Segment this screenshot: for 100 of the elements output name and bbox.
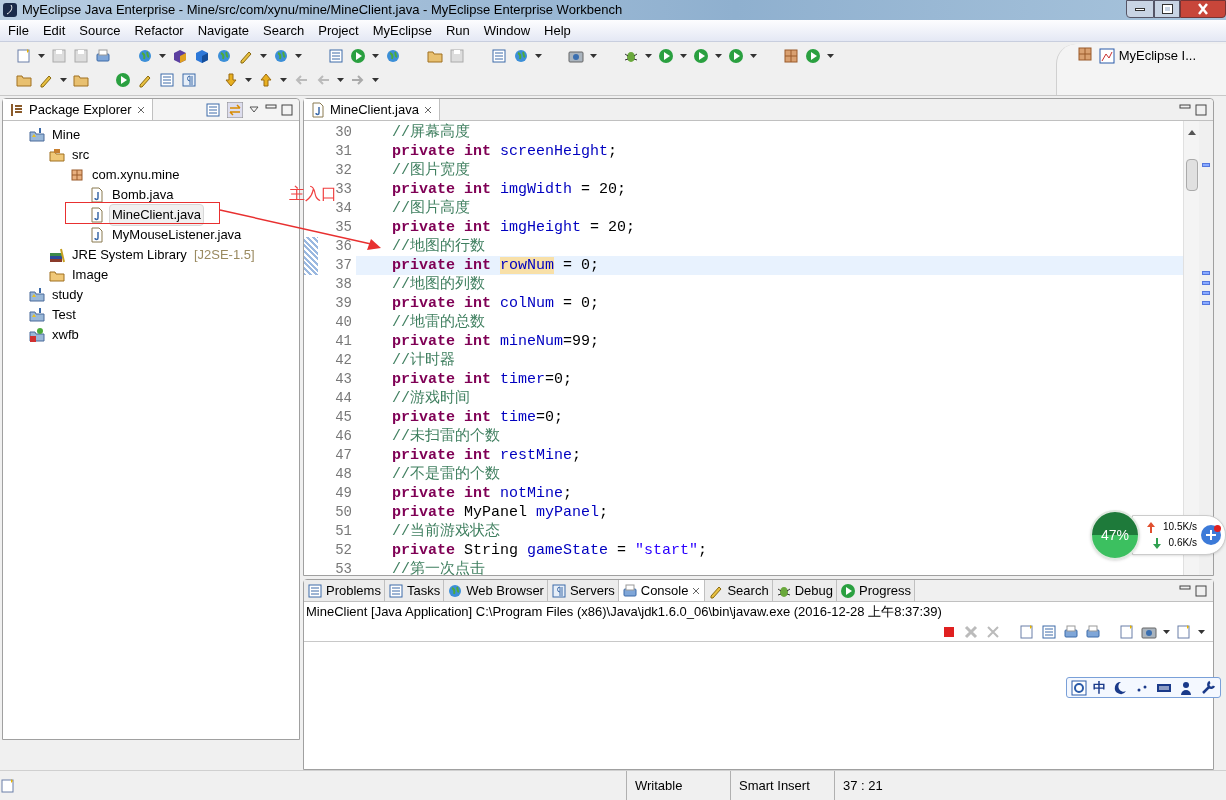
tree-item[interactable]: MyMouseListener.java	[109, 224, 245, 246]
code-line: //图片宽度	[391, 161, 470, 180]
dropdown-caret-icon[interactable]	[535, 54, 542, 58]
menu-item[interactable]: Project	[318, 20, 359, 41]
menu-item[interactable]: Refactor	[134, 20, 184, 41]
dropdown-caret-icon[interactable]	[337, 78, 344, 82]
menu-item[interactable]: Source	[79, 20, 121, 41]
view-tab[interactable]: Search	[705, 580, 773, 601]
ime-logo-icon[interactable]	[1071, 679, 1087, 696]
down-arrow-icon[interactable]	[223, 72, 239, 88]
dropdown-caret-icon[interactable]	[60, 78, 67, 82]
globe-icon[interactable]	[513, 48, 529, 64]
ime-mode[interactable]: 中	[1093, 677, 1106, 698]
editor-tab[interactable]: MineClient.java	[304, 99, 440, 120]
dropdown-caret-icon[interactable]	[645, 54, 652, 58]
remove-icon[interactable]	[963, 623, 979, 640]
scroll-lock-icon[interactable]	[1041, 623, 1057, 640]
dropdown-caret-icon[interactable]	[38, 54, 45, 58]
view-tab[interactable]: Console	[618, 580, 706, 601]
open-console-icon[interactable]	[1119, 623, 1135, 640]
view-tab[interactable]: Tasks	[384, 580, 445, 601]
remove-all-icon[interactable]	[985, 623, 1001, 640]
run-icon[interactable]	[350, 48, 366, 64]
link-editor-icon[interactable]	[227, 101, 243, 118]
collapse-all-icon[interactable]	[205, 101, 221, 118]
new-console-icon[interactable]	[1176, 623, 1192, 640]
paragraph-icon[interactable]	[181, 72, 197, 88]
run-icon[interactable]	[115, 72, 131, 88]
dropdown-caret-icon[interactable]	[372, 78, 379, 82]
run-icon[interactable]	[658, 48, 674, 64]
dropdown-caret-icon[interactable]	[827, 54, 834, 58]
tree-item[interactable]: study	[49, 284, 87, 306]
tree-item[interactable]: Bomb.java	[109, 184, 177, 206]
list-icon[interactable]	[491, 48, 507, 64]
menu-item[interactable]: Help	[544, 20, 571, 41]
menu-item[interactable]: Window	[483, 20, 531, 41]
wrench-icon[interactable]	[1200, 679, 1216, 696]
dropdown-caret-icon[interactable]	[280, 78, 287, 82]
open-perspective-icon[interactable]	[1076, 46, 1093, 62]
tree-item[interactable]: JRE System Library	[69, 244, 190, 266]
dropdown-caret-icon[interactable]	[715, 54, 722, 58]
view-tab[interactable]: Problems	[304, 580, 385, 601]
restore-button[interactable]	[1154, 0, 1180, 18]
dropdown-caret-icon[interactable]	[680, 54, 687, 58]
menu-item[interactable]: Edit	[42, 20, 66, 41]
globe-icon[interactable]	[385, 48, 401, 64]
moon-icon[interactable]	[1112, 679, 1128, 696]
tree-item[interactable]: com.xynu.mine	[89, 164, 183, 186]
maximize-icon[interactable]	[281, 101, 293, 118]
globe-icon[interactable]	[273, 48, 289, 64]
view-tab[interactable]: Servers	[547, 580, 619, 601]
view-tab[interactable]: Debug	[772, 580, 837, 601]
dropdown-caret-icon[interactable]	[590, 54, 597, 58]
list-icon[interactable]	[328, 48, 344, 64]
user-icon[interactable]	[1178, 679, 1194, 696]
dropdown-caret-icon[interactable]	[1198, 629, 1205, 634]
view-tab[interactable]: Progress	[836, 580, 915, 601]
dropdown-caret-icon[interactable]	[1163, 629, 1170, 634]
scrollbar-thumb[interactable]	[1185, 159, 1198, 191]
close-button[interactable]	[1180, 0, 1226, 18]
menu-item[interactable]: MyEclipse	[372, 20, 432, 41]
tree-item[interactable]: MineClient.java	[109, 204, 204, 226]
printer-icon[interactable]	[95, 48, 111, 64]
folder-icon[interactable]	[73, 72, 89, 88]
menu-item[interactable]: Search	[263, 20, 305, 41]
folder-icon[interactable]	[16, 72, 32, 88]
menu-item[interactable]: Navigate	[197, 20, 249, 41]
tree-item[interactable]: Test	[49, 304, 79, 326]
dropdown-caret-icon[interactable]	[372, 54, 379, 58]
maximize-icon[interactable]	[1195, 582, 1207, 599]
run-icon[interactable]	[693, 48, 709, 64]
dropdown-caret-icon[interactable]	[159, 54, 166, 58]
up-arrow-icon[interactable]	[258, 72, 274, 88]
cube-icon[interactable]	[194, 48, 210, 64]
cube-icon[interactable]	[172, 48, 188, 64]
dropdown-caret-icon[interactable]	[260, 54, 267, 58]
minimize-button[interactable]	[1126, 0, 1154, 18]
run-icon[interactable]	[805, 48, 821, 64]
new-file-icon[interactable]	[16, 48, 32, 64]
tree-item[interactable]: xwfb	[49, 324, 82, 346]
tree-item[interactable]: Image	[69, 264, 112, 286]
tree-item[interactable]: src	[69, 144, 93, 166]
camera-icon[interactable]	[568, 48, 584, 64]
add-button[interactable]	[1200, 525, 1221, 545]
globe-icon[interactable]	[216, 48, 232, 64]
run-icon[interactable]	[728, 48, 744, 64]
globe-icon[interactable]	[137, 48, 153, 64]
grid-icon[interactable]	[783, 48, 799, 64]
menu-item[interactable]: Run	[445, 20, 470, 41]
maximize-icon[interactable]	[1195, 101, 1207, 118]
dropdown-caret-icon[interactable]	[245, 78, 252, 82]
menu-item[interactable]: File	[8, 20, 29, 41]
dropdown-caret-icon[interactable]	[750, 54, 757, 58]
view-tab[interactable]: Package Explorer	[3, 99, 153, 120]
fast-view-icon[interactable]	[0, 777, 16, 794]
tree-item[interactable]: Mine	[49, 124, 84, 146]
dropdown-caret-icon[interactable]	[295, 54, 302, 58]
list-icon[interactable]	[159, 72, 175, 88]
view-tab[interactable]: Web Browser	[444, 580, 548, 601]
folder-icon[interactable]	[427, 48, 443, 64]
